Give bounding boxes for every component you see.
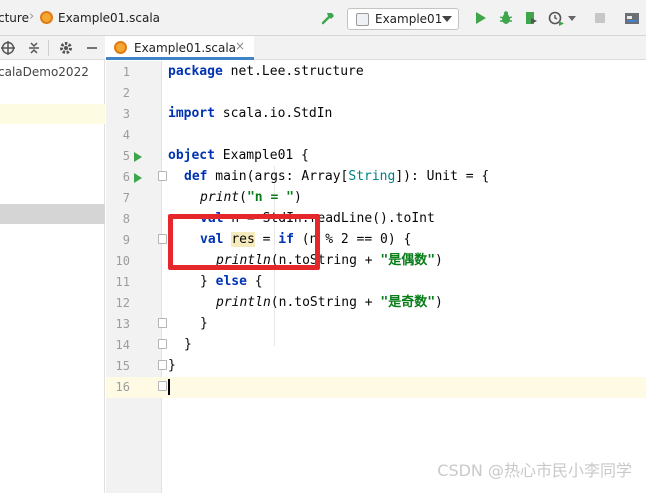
hammer-icon[interactable] xyxy=(320,10,336,26)
keyword: object xyxy=(168,148,215,163)
keyword: def xyxy=(184,169,208,184)
scala-file-icon xyxy=(40,11,53,24)
profile-icon[interactable] xyxy=(548,10,564,26)
line-number: 8 xyxy=(122,212,130,226)
code-text: scala.io.StdIn xyxy=(214,106,333,121)
line-number: 1 xyxy=(122,65,130,79)
project-panel-toolbar xyxy=(0,36,105,60)
fold-marker[interactable] xyxy=(158,171,167,181)
code-line-1: package net.Lee.structure xyxy=(168,61,364,82)
tab-label: Example01.scala xyxy=(134,41,237,55)
breadcrumb-separator: › xyxy=(29,9,35,24)
application-icon xyxy=(356,13,369,26)
fold-marker[interactable] xyxy=(158,318,167,328)
code-text: ) xyxy=(435,253,443,268)
code-line-7: print("n = ") xyxy=(200,187,302,208)
line-number: 9 xyxy=(122,233,130,247)
code-text: ) xyxy=(435,295,443,310)
line-number: 12 xyxy=(115,296,130,310)
line-number: 10 xyxy=(115,254,130,268)
chevron-down-icon[interactable] xyxy=(568,16,576,22)
line-number: 14 xyxy=(115,338,130,352)
annotation-highlight-box xyxy=(168,214,320,270)
line-number: 2 xyxy=(122,86,130,100)
code-text: } xyxy=(200,274,216,289)
project-tree-root[interactable]: calaDemo2022 xyxy=(0,65,89,79)
code-text: } xyxy=(200,316,208,331)
code-text: ( xyxy=(239,190,247,205)
line-number: 16 xyxy=(115,380,130,394)
code-line-11: } else { xyxy=(200,271,263,292)
code-line-3: import scala.io.StdIn xyxy=(168,103,332,124)
breadcrumb-package[interactable]: cture xyxy=(0,11,29,25)
keyword: import xyxy=(168,106,215,121)
line-number: 4 xyxy=(122,128,130,142)
type-name: String xyxy=(348,169,396,184)
watermark: CSDN @热心市民小李同学 xyxy=(437,461,632,480)
string-literal: "n = " xyxy=(246,190,294,205)
string-literal: "是奇数" xyxy=(380,295,436,310)
line-number: 7 xyxy=(122,191,130,205)
tab-example01-scala[interactable]: Example01.scala × xyxy=(106,36,254,60)
string-literal: "是偶数" xyxy=(380,253,436,268)
function-name: print xyxy=(200,190,240,205)
fold-marker[interactable] xyxy=(158,381,167,391)
code-text: } xyxy=(168,358,176,373)
line-number: 6 xyxy=(122,170,130,184)
keyword: else xyxy=(215,274,247,289)
navigation-bar: cture › Example01.scala Example01 xyxy=(0,0,646,36)
project-tree-row-selected[interactable] xyxy=(0,204,105,224)
code-line-6: def main(args: Array[String]): Unit = { xyxy=(184,166,489,187)
chevron-down-icon xyxy=(442,16,452,22)
collapse-all-icon[interactable] xyxy=(26,40,42,56)
gear-icon[interactable] xyxy=(58,40,74,56)
code-line-5: object Example01 { xyxy=(168,145,309,166)
code-text: (n.toString + xyxy=(270,295,381,310)
code-text: main(args: Array[ xyxy=(207,169,349,184)
stop-icon[interactable] xyxy=(592,10,608,26)
project-structure-icon[interactable] xyxy=(624,10,640,26)
hide-panel-icon[interactable] xyxy=(84,40,100,56)
scala-file-icon xyxy=(114,41,127,54)
code-text: } xyxy=(184,337,192,352)
line-number: 3 xyxy=(122,107,130,121)
close-icon[interactable]: × xyxy=(235,39,245,53)
run-icon[interactable] xyxy=(472,10,488,26)
code-text: { xyxy=(246,274,263,289)
run-configuration-select[interactable]: Example01 xyxy=(347,8,459,30)
code-line-12: println(n.toString + "是奇数") xyxy=(216,292,443,313)
text-caret xyxy=(168,379,170,395)
code-line-15: } xyxy=(168,355,176,376)
run-gutter-icon[interactable] xyxy=(134,173,142,183)
code-text: Example01 { xyxy=(214,148,309,163)
code-text: ]): Unit = { xyxy=(395,169,490,184)
function-name: println xyxy=(216,295,271,310)
code-line-14: } xyxy=(184,334,192,355)
code-text: ) xyxy=(293,190,302,205)
fold-marker[interactable] xyxy=(158,339,167,349)
run-configuration-label: Example01 xyxy=(375,12,443,26)
line-number: 15 xyxy=(115,359,130,373)
code-line-13: } xyxy=(200,313,208,334)
project-panel: calaDemo2022 xyxy=(0,36,105,493)
line-number: 11 xyxy=(115,275,130,289)
code-editor[interactable]: 1 2 3 4 5 6 7 8 9 10 11 12 13 14 15 16 p… xyxy=(106,61,646,493)
breadcrumb-file[interactable]: Example01.scala xyxy=(58,11,160,25)
code-text: net.Lee.structure xyxy=(222,64,364,79)
current-line-highlight xyxy=(106,377,646,398)
toolbar-divider xyxy=(48,40,49,56)
fold-marker[interactable] xyxy=(158,234,167,244)
fold-marker[interactable] xyxy=(158,360,167,370)
debug-icon[interactable] xyxy=(498,10,514,26)
locate-icon[interactable] xyxy=(0,40,16,56)
editor-tab-bar: Example01.scala × xyxy=(106,36,646,60)
line-number: 5 xyxy=(122,149,130,163)
line-number: 13 xyxy=(115,317,130,331)
coverage-icon[interactable] xyxy=(523,10,539,26)
project-tree-row[interactable] xyxy=(0,104,105,124)
run-gutter-icon[interactable] xyxy=(134,152,142,162)
keyword: package xyxy=(168,64,223,79)
